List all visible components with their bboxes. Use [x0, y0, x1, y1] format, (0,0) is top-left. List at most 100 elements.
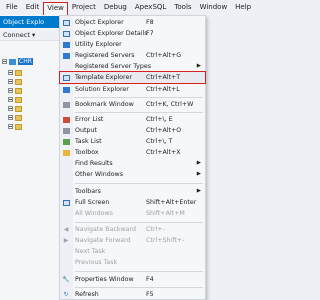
menu-item-navigate-forward[interactable]: ▶ Navigate Forward Ctrl+Shift+-: [60, 235, 205, 246]
menu-item-shortcut: Ctrl+K, Ctrl+W: [146, 101, 194, 108]
folder-icon: [15, 69, 22, 76]
menu-item-find-results[interactable]: Find Results ▶: [60, 158, 205, 169]
tree-folder[interactable]: [8, 113, 22, 122]
menu-view[interactable]: View: [43, 1, 68, 15]
connect-button[interactable]: Connect ▾: [0, 30, 60, 41]
tree-folder[interactable]: [8, 95, 22, 104]
menu-item-output[interactable]: Output Ctrl+Alt+O: [60, 125, 205, 136]
tree-folder[interactable]: [8, 104, 22, 113]
menu-item-label: Utility Explorer: [75, 41, 122, 48]
wrench-icon: 🔧: [62, 276, 70, 283]
menu-bar: File Edit View Project Debug ApexSQL Too…: [0, 0, 251, 15]
menu-separator: [75, 112, 203, 113]
folder-icon: [15, 96, 22, 103]
menu-item-navigate-backward[interactable]: ◀ Navigate Backward Ctrl+-: [60, 224, 205, 235]
menu-item-properties-window[interactable]: 🔧 Properties Window F4: [60, 274, 205, 285]
tree-root-label: CHR: [18, 58, 33, 65]
template-icon: [62, 74, 70, 81]
menu-separator: [75, 183, 203, 184]
menu-item-shortcut: F4: [146, 276, 154, 283]
menu-item-registered-server-types[interactable]: Registered Server Types ▶: [60, 61, 205, 72]
menu-item-all-windows[interactable]: All Windows Shift+Alt+M: [60, 208, 205, 219]
object-explorer-title[interactable]: Object Explo: [0, 16, 60, 28]
menu-item-previous-task[interactable]: Previous Task: [60, 257, 205, 268]
menu-file[interactable]: File: [2, 1, 22, 14]
menu-item-template-explorer[interactable]: Template Explorer Ctrl+Alt+T: [59, 71, 206, 84]
menu-item-utility-explorer[interactable]: Utility Explorer: [60, 39, 205, 50]
menu-item-error-list[interactable]: Error List Ctrl+\, E: [60, 114, 205, 125]
expand-icon[interactable]: [8, 124, 13, 129]
menu-item-toolbars[interactable]: Toolbars ▶: [60, 186, 205, 197]
server-icon: [9, 58, 16, 65]
tree-folder[interactable]: [8, 122, 22, 131]
menu-item-object-explorer[interactable]: Object Explorer F8: [60, 17, 205, 28]
menu-item-label: Find Results: [75, 160, 113, 167]
menu-item-shortcut: Ctrl+Shift+-: [146, 237, 185, 244]
menu-item-refresh[interactable]: ↻ Refresh F5: [60, 289, 205, 300]
menu-item-shortcut: Ctrl+\, T: [146, 138, 173, 145]
menu-item-shortcut: Ctrl+Alt+T: [146, 74, 181, 81]
tree-folder[interactable]: [8, 86, 22, 95]
menu-item-shortcut: F7: [146, 30, 154, 37]
tree-root[interactable]: CHR: [2, 57, 33, 66]
folder-icon: [15, 105, 22, 112]
menu-item-label: Solution Explorer: [75, 86, 129, 93]
menu-item-bookmark-window[interactable]: Bookmark Window Ctrl+K, Ctrl+W: [60, 99, 205, 110]
object-explorer-icon: [62, 19, 70, 26]
expand-icon[interactable]: [8, 97, 13, 102]
expand-icon[interactable]: [8, 79, 13, 84]
menu-separator: [75, 97, 203, 98]
menu-item-label: Object Explorer Details: [75, 30, 148, 37]
menu-item-toolbox[interactable]: Toolbox Ctrl+Alt+X: [60, 147, 205, 158]
servers-icon: [62, 52, 70, 59]
folder-icon: [15, 87, 22, 94]
refresh-icon: ↻: [63, 291, 69, 298]
menu-apexsql[interactable]: ApexSQL: [131, 1, 170, 14]
menu-project[interactable]: Project: [68, 1, 100, 14]
menu-item-shortcut: F5: [146, 291, 154, 298]
menu-debug[interactable]: Debug: [100, 1, 131, 14]
menu-item-registered-servers[interactable]: Registered Servers Ctrl+Alt+G: [60, 50, 205, 61]
folder-icon: [15, 123, 22, 130]
menu-item-full-screen[interactable]: Full Screen Shift+Alt+Enter: [60, 197, 205, 208]
menu-edit[interactable]: Edit: [22, 1, 44, 14]
menu-item-other-windows[interactable]: Other Windows ▶: [60, 169, 205, 180]
menu-item-label: Navigate Forward: [75, 237, 131, 244]
menu-item-next-task[interactable]: Next Task: [60, 246, 205, 257]
menu-item-shortcut: Ctrl+\, E: [146, 116, 173, 123]
menu-window[interactable]: Window: [196, 1, 232, 14]
tree-folder[interactable]: [8, 68, 22, 77]
expand-icon[interactable]: [8, 106, 13, 111]
error-icon: [62, 116, 70, 123]
menu-help[interactable]: Help: [231, 1, 255, 14]
menu-item-shortcut: Shift+Alt+M: [146, 210, 185, 217]
menu-item-label: Task List: [75, 138, 102, 145]
folder-icon: [15, 114, 22, 121]
menu-item-solution-explorer[interactable]: Solution Explorer Ctrl+Alt+L: [60, 84, 205, 95]
expand-icon[interactable]: [2, 59, 7, 64]
submenu-arrow-icon: ▶: [196, 160, 201, 166]
bookmark-icon: [62, 101, 70, 108]
submenu-arrow-icon: ▶: [196, 63, 201, 69]
menu-separator: [75, 271, 203, 272]
menu-item-task-list[interactable]: Task List Ctrl+\, T: [60, 136, 205, 147]
menu-item-shortcut: Shift+Alt+Enter: [146, 199, 197, 206]
tree-folder[interactable]: [8, 77, 22, 86]
menu-separator: [75, 222, 203, 223]
menu-item-object-explorer-details[interactable]: Object Explorer Details F7: [60, 28, 205, 39]
menu-item-label: Template Explorer: [75, 74, 132, 81]
utility-icon: [62, 41, 70, 48]
menu-item-shortcut: Ctrl+Alt+G: [146, 52, 182, 59]
menu-item-label: Object Explorer: [75, 19, 124, 26]
output-icon: [62, 127, 70, 134]
expand-icon[interactable]: [8, 70, 13, 75]
menu-item-label: Full Screen: [75, 199, 110, 206]
expand-icon[interactable]: [8, 88, 13, 93]
menu-item-label: Next Task: [75, 248, 106, 255]
toolbox-icon: [62, 149, 70, 156]
task-icon: [62, 138, 70, 145]
menu-tools[interactable]: Tools: [170, 1, 195, 14]
nav-back-icon: ◀: [63, 226, 69, 233]
expand-icon[interactable]: [8, 115, 13, 120]
solution-icon: [62, 86, 70, 93]
